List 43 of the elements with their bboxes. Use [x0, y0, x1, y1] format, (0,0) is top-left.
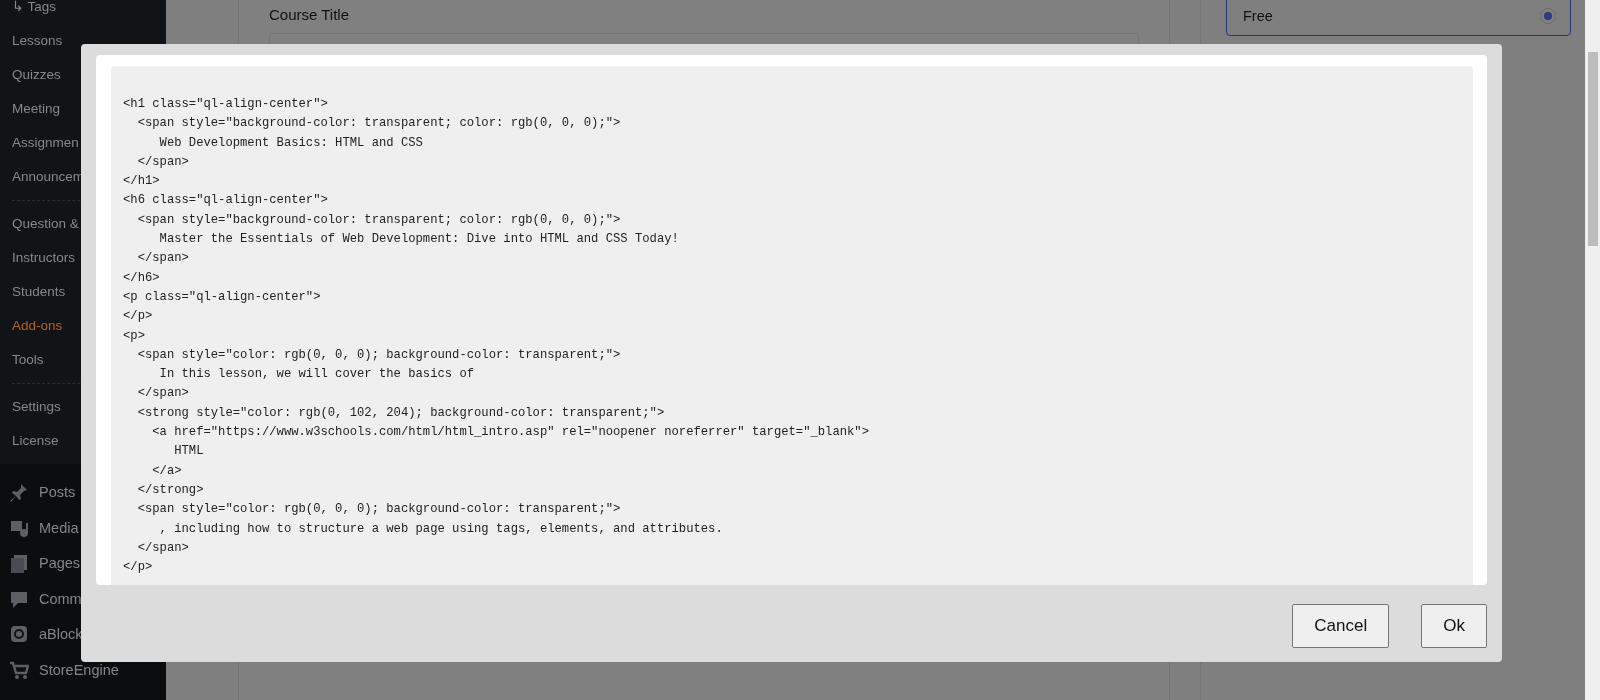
scroll-thumb[interactable] [1588, 52, 1598, 246]
code-line: </p> [123, 559, 153, 577]
code-line: HTML [173, 443, 204, 461]
cancel-button[interactable]: Cancel [1292, 604, 1390, 648]
code-line: </strong> [136, 481, 204, 499]
code-line: </a> [151, 462, 182, 480]
menu-item[interactable]: Pages [39, 555, 81, 572]
cart-icon[interactable] [9, 659, 29, 680]
menu-item[interactable]: aBlock [39, 626, 83, 643]
menu-item[interactable]: Comm [39, 590, 82, 607]
code-line: Master the Essentials of Web Development: Dive into HTML and CSS Today! [158, 231, 679, 249]
scrollbar[interactable] [1585, 0, 1600, 700]
code-line: In this lesson, we will cover the basics of [158, 366, 475, 384]
option-label: Free [1243, 8, 1273, 24]
block-icon[interactable] [9, 624, 29, 645]
code-line: </span> [136, 153, 189, 171]
field-label: Course Title [269, 6, 351, 23]
code-line: </span> [136, 250, 189, 268]
menu-item[interactable]: StoreEngine [39, 661, 119, 678]
menu-item[interactable]: Media [39, 519, 79, 536]
code-line: <h1 class="ql-align-center"> [123, 96, 328, 113]
pages-icon[interactable] [9, 553, 29, 574]
code-line: </p> [123, 308, 153, 326]
code-line: <span style="color: rgb(0, 0, 0); background-color: transparent;"> [136, 346, 621, 364]
code-line: <p> [123, 327, 145, 345]
code-line: </span> [136, 385, 189, 403]
code-line: <span style="background-color: transparent; color: rgb(0, 0, 0);"> [136, 211, 621, 229]
code-line: </h6> [123, 269, 160, 287]
menu-item[interactable]: Posts [39, 484, 76, 501]
code-line: Web Development Basics: HTML and CSS [158, 134, 423, 152]
ok-button[interactable]: Ok [1421, 604, 1487, 648]
code-line: <p class="ql-align-center"> [123, 288, 321, 306]
code-line: <span style="color: rgb(0, 0, 0); background-color: transparent;"> [136, 501, 621, 519]
pin-icon[interactable] [9, 482, 29, 503]
code-line: </h1> [123, 173, 160, 191]
sidebar-item[interactable]: ↳ Tags [12, 0, 166, 24]
code-line: , including how to structure a web page using tags, elements, and attributes. [158, 520, 723, 538]
pricing-option[interactable]: Free [1226, 0, 1571, 36]
code-line: <h6 class="ql-align-center"> [123, 192, 328, 210]
code-line: <a href="https://www.w3schools.com/html/html_intro.asp" rel="noopener noreferrer" target="_blank"> [151, 424, 869, 442]
code-line: </span> [136, 539, 189, 557]
code-line: <strong style="color: rgb(0, 102, 204); background-color: transparent;"> [136, 404, 665, 422]
code-line: <span style="background-color: transparent; color: rgb(0, 0, 0);"> [136, 115, 621, 133]
